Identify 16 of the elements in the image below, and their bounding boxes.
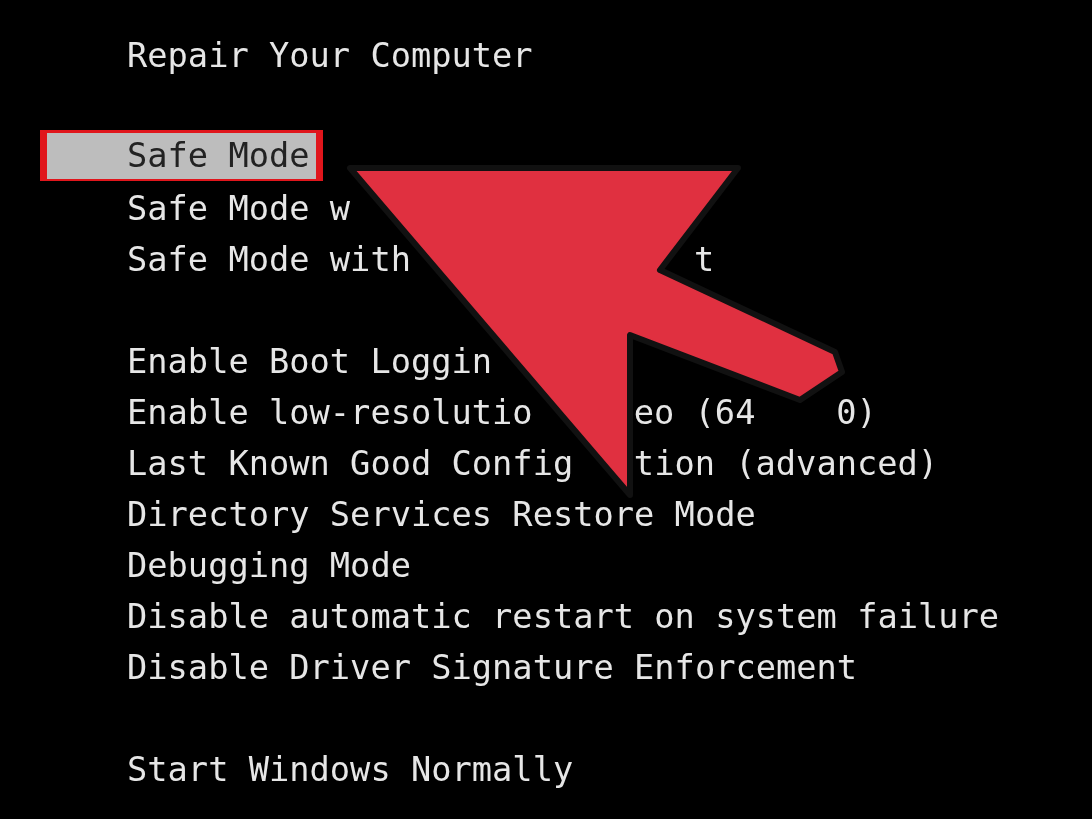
menu-option[interactable]: 0) xyxy=(836,387,877,438)
menu-option[interactable]: t xyxy=(694,234,715,285)
menu-option[interactable]: Disable automatic restart on system failure xyxy=(127,591,1000,642)
menu-option[interactable]: Enable low-resolutio xyxy=(127,387,533,438)
menu-option[interactable]: tion (advanced) xyxy=(633,438,939,489)
menu-option[interactable]: Directory Services Restore Mode xyxy=(127,489,756,540)
menu-option[interactable]: Last Known Good Config xyxy=(127,438,574,489)
menu-option[interactable]: Safe Mode with xyxy=(127,234,411,285)
menu-option[interactable]: Enable Boot Loggin xyxy=(127,336,493,387)
menu-option[interactable]: Repair Your Computer xyxy=(127,30,533,81)
menu-option[interactable]: Debugging Mode xyxy=(127,540,411,591)
menu-option[interactable]: eo (64 xyxy=(633,387,756,438)
menu-option[interactable]: Safe Mode xyxy=(47,133,316,179)
menu-option[interactable]: Safe Mode w xyxy=(127,183,351,234)
menu-option[interactable]: Disable Driver Signature Enforcement xyxy=(127,642,858,693)
menu-option[interactable]: Start Windows Normally xyxy=(127,744,574,795)
